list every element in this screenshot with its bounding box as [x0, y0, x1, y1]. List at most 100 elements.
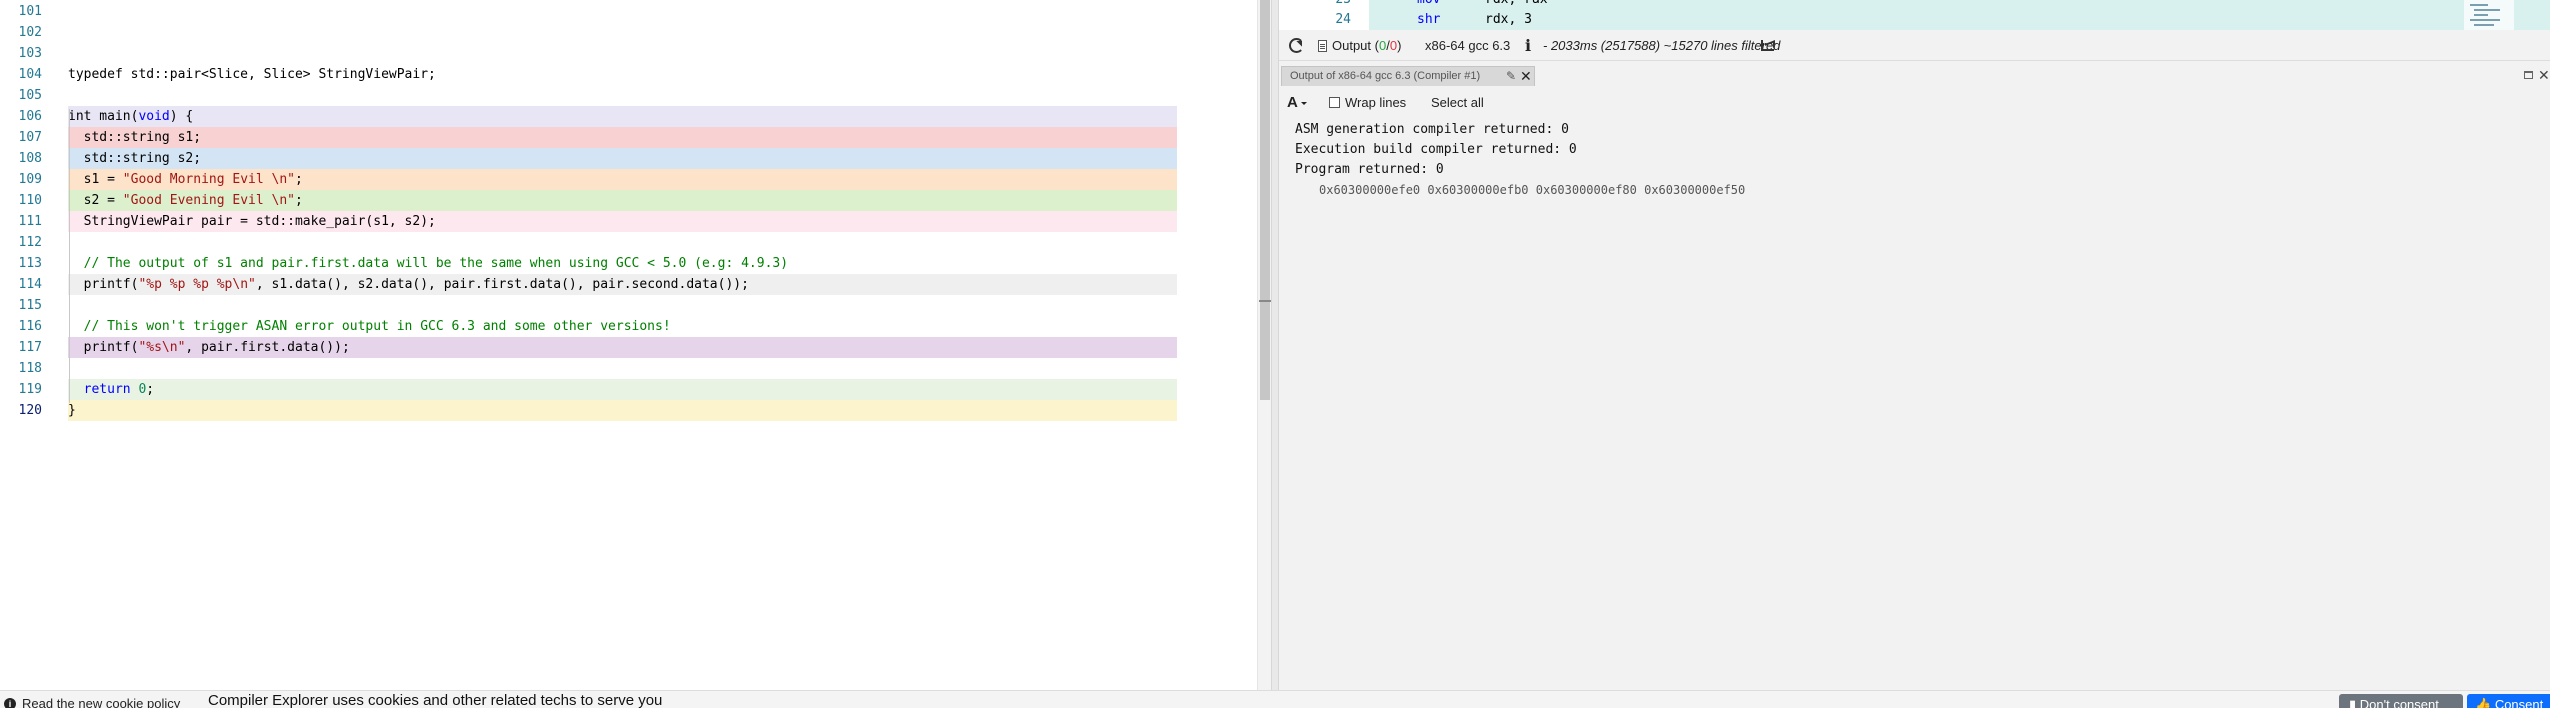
asm-line-number: 24: [1335, 12, 1351, 27]
font-size-icon[interactable]: A: [1287, 89, 1298, 117]
code-text: int main(void) {: [68, 106, 193, 127]
code-token: std::string s1;: [68, 130, 202, 145]
code-token: ) {: [169, 109, 194, 124]
wrap-lines-checkbox[interactable]: [1329, 97, 1340, 108]
code-line[interactable]: 117 printf("%s\n", pair.first.data());: [0, 337, 1257, 358]
code-text: std::string s2;: [68, 148, 201, 169]
code-line[interactable]: 109 s1 = "Good Morning Evil \n";: [0, 169, 1257, 190]
line-number: 120: [18, 403, 42, 418]
code-text: StringViewPair pair = std::make_pair(s1,…: [68, 211, 436, 232]
pencil-icon[interactable]: ✎: [1506, 70, 1516, 82]
dont-consent-button[interactable]: ▮ Don't consent: [2339, 694, 2463, 708]
output-content[interactable]: ASM generation compiler returned: 0 Exec…: [1279, 117, 2550, 690]
tab-title: Output of x86-64 gcc 6.3 (Compiler #1): [1290, 70, 1481, 82]
code-text: // The output of s1 and pair.first.data …: [68, 253, 788, 274]
code-line[interactable]: 118: [0, 358, 1257, 379]
output-options: A Wrap lines Select all: [1279, 89, 2550, 117]
maximize-icon[interactable]: [2524, 71, 2533, 79]
code-line[interactable]: 106 int main(void) {: [0, 106, 1257, 127]
code-token: ;: [294, 193, 303, 208]
asm-opcode: shr: [1417, 12, 1441, 27]
line-highlight: [68, 106, 1177, 127]
code-token: // The output of s1 and pair.first.data …: [68, 256, 789, 271]
line-number: 114: [18, 277, 42, 292]
output-line: Execution build compiler returned: 0: [1295, 142, 1577, 157]
code-line[interactable]: 108 std::string s2;: [0, 148, 1257, 169]
code-line[interactable]: 113 // The output of s1 and pair.first.d…: [0, 253, 1257, 274]
chevron-down-icon[interactable]: [1301, 102, 1307, 108]
code-line[interactable]: 112: [0, 232, 1257, 253]
code-token: StringViewPair pair = std::make_pair(s1,…: [68, 214, 436, 229]
code-token: printf(: [68, 277, 139, 292]
tab-output[interactable]: Output of x86-64 gcc 6.3 (Compiler #1) ✎…: [1281, 66, 1535, 86]
code-token: "Good Morning Evil \n": [122, 172, 295, 187]
code-token: printf(: [68, 340, 139, 355]
code-text: typedef std::pair<Slice, Slice> StringVi…: [68, 64, 436, 85]
code-line[interactable]: 120}: [0, 400, 1257, 421]
line-highlight: [68, 400, 1177, 421]
asm-line-number: 23: [1279, 0, 1351, 10]
info-icon[interactable]: i: [1525, 30, 1531, 61]
code-line[interactable]: 114 printf("%p %p %p %p\n", s1.data(), s…: [0, 274, 1257, 295]
cookie-message: Compiler Explorer uses cookies and other…: [208, 692, 663, 708]
code-line[interactable]: 111 StringViewPair pair = std::make_pair…: [0, 211, 1257, 232]
code-token: , pair.first.data());: [185, 340, 350, 355]
code-line[interactable]: 110 s2 = "Good Evening Evil \n";: [0, 190, 1257, 211]
asm-row: 23 mov rdx, rax: [1279, 0, 2550, 10]
output-toggle-button[interactable]: Output (0/0): [1332, 30, 1401, 61]
pane-close-icon[interactable]: ✕: [2538, 66, 2550, 85]
refresh-icon[interactable]: [1289, 38, 1304, 53]
code-line[interactable]: 107 std::string s1;: [0, 127, 1257, 148]
output-pane: 23 mov rdx, rax 24 shr rdx, 3 Output (0/…: [1279, 0, 2550, 690]
code-text: s1 = "Good Morning Evil \n";: [68, 169, 303, 190]
output-line: Program returned: 0: [1295, 162, 1444, 177]
line-number: 106: [18, 109, 42, 124]
asm-operands: rdx, 3: [1485, 12, 1532, 27]
code-token: main(: [91, 109, 139, 124]
code-line[interactable]: 102: [0, 22, 1257, 43]
chart-icon[interactable]: [1761, 40, 1774, 51]
line-highlight: [68, 148, 1177, 169]
code-line[interactable]: 116 // This won't trigger ASAN error out…: [0, 316, 1257, 337]
line-number: 102: [18, 25, 42, 40]
select-all-button[interactable]: Select all: [1431, 89, 1484, 117]
code-line[interactable]: 103: [0, 43, 1257, 64]
code-token: void: [138, 109, 170, 124]
asm-view[interactable]: 23 mov rdx, rax 24 shr rdx, 3: [1279, 0, 2550, 30]
asm-row: 24 shr rdx, 3: [1279, 10, 2550, 30]
source-editor[interactable]: 101102103 104 typedef std::pair<Slice, Sli…: [0, 0, 1257, 690]
code-token: ;: [146, 382, 155, 397]
line-number: 117: [18, 340, 42, 355]
code-text: printf("%p %p %p %p\n", s1.data(), s2.da…: [68, 274, 749, 295]
line-number: 107: [18, 130, 42, 145]
cookie-policy-link[interactable]: Read the new cookie policy: [22, 696, 180, 708]
asm-operands: rdx, rax: [1485, 0, 1548, 10]
close-icon[interactable]: ✕: [1520, 67, 1532, 86]
output-doc-icon: [1318, 40, 1327, 52]
editor-scrollbar-thumb[interactable]: [1260, 0, 1270, 400]
asm-minimap[interactable]: [2464, 0, 2514, 30]
wrap-lines-label[interactable]: Wrap lines: [1345, 89, 1406, 117]
code-text: printf("%s\n", pair.first.data());: [68, 337, 350, 358]
scrollbar-position-marker: [1259, 300, 1271, 302]
code-text: }: [68, 400, 76, 421]
code-line[interactable]: 119 return 0;: [0, 379, 1257, 400]
pane-splitter[interactable]: [1271, 0, 1279, 690]
line-number: 116: [18, 319, 42, 334]
code-line[interactable]: 105: [0, 85, 1257, 106]
line-number: 111: [18, 214, 42, 229]
code-line[interactable]: 115: [0, 295, 1257, 316]
consent-button[interactable]: 👍 Consent: [2467, 694, 2550, 708]
code-line[interactable]: 101: [0, 1, 1257, 22]
code-line[interactable]: 104 typedef std::pair<Slice, Slice> Strin…: [0, 64, 1257, 85]
code-token: std::string s2;: [68, 151, 202, 166]
code-text: std::string s1;: [68, 127, 201, 148]
line-number: 110: [18, 193, 42, 208]
code-text: // This won't trigger ASAN error output …: [68, 316, 671, 337]
line-number: 105: [18, 88, 42, 103]
editor-scrollbar[interactable]: [1257, 0, 1271, 690]
info-circle-icon: i: [4, 698, 16, 708]
code-text: s2 = "Good Evening Evil \n";: [68, 190, 303, 211]
line-number: 115: [18, 298, 42, 313]
